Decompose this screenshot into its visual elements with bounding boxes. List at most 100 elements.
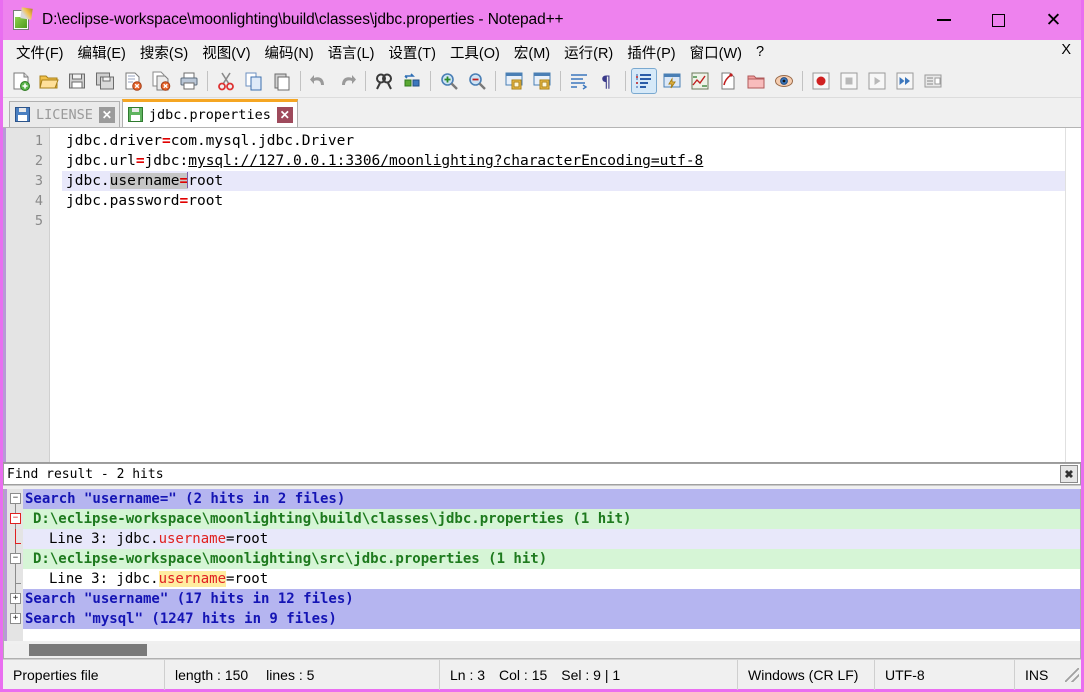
menu-encoding[interactable]: 编码(N) xyxy=(258,40,321,65)
tab-license[interactable]: LICENSE ✕ xyxy=(9,101,120,127)
toolbar-separator xyxy=(802,70,803,91)
undo-icon[interactable] xyxy=(306,68,332,94)
print-icon[interactable] xyxy=(176,68,202,94)
code-token: jdbc.driver xyxy=(66,133,163,149)
find-hscroll-track[interactable] xyxy=(7,643,1080,656)
copy-icon[interactable] xyxy=(241,68,267,94)
find-result-row[interactable]: Line 3: jdbc.username=root xyxy=(23,529,1080,549)
menu-search[interactable]: 搜索(S) xyxy=(133,40,195,65)
open-file-icon[interactable] xyxy=(36,68,62,94)
show-all-chars-icon[interactable]: ¶ xyxy=(594,68,620,94)
line-number-gutter: 1 2 3 4 5 xyxy=(6,128,50,462)
macro-save-icon[interactable] xyxy=(920,68,946,94)
find-horizontal-scrollbar[interactable] xyxy=(3,641,1081,659)
find-icon[interactable] xyxy=(371,68,397,94)
menu-macro[interactable]: 宏(M) xyxy=(507,40,557,65)
close-file-icon[interactable] xyxy=(120,68,146,94)
notepadpp-window: D:\eclipse-workspace\moonlighting\build\… xyxy=(0,0,1084,692)
code-line-5[interactable] xyxy=(62,211,1081,231)
menu-language[interactable]: 语言(L) xyxy=(321,40,382,65)
close-icon: ✕ xyxy=(1045,9,1062,31)
status-insert-mode: INS xyxy=(1025,666,1049,683)
fold-collapse-icon[interactable]: − xyxy=(10,553,21,564)
match-highlight: username xyxy=(158,531,227,547)
close-document-button[interactable]: X xyxy=(1061,42,1071,58)
title-bar: D:\eclipse-workspace\moonlighting\build\… xyxy=(3,0,1081,40)
replace-icon[interactable] xyxy=(399,68,425,94)
macro-stop-icon[interactable] xyxy=(836,68,862,94)
find-result-header: Find result - 2 hits ✖ xyxy=(3,463,1081,485)
find-fold-margin[interactable]: − − − + + xyxy=(7,489,23,641)
find-row-text: Search "mysql" (1247 hits in 9 files) xyxy=(25,611,337,627)
fold-collapse-icon[interactable]: − xyxy=(10,493,21,504)
code-line-1[interactable]: jdbc.driver=com.mysql.jdbc.Driver xyxy=(62,131,1081,151)
fold-expand-icon[interactable]: + xyxy=(10,613,21,624)
save-icon[interactable] xyxy=(64,68,90,94)
zoom-in-icon[interactable] xyxy=(436,68,462,94)
macro-playback-multi-icon[interactable] xyxy=(892,68,918,94)
redo-icon[interactable] xyxy=(334,68,360,94)
macro-record-icon[interactable] xyxy=(808,68,834,94)
maximize-icon xyxy=(992,13,1005,27)
find-row-text: D:\eclipse-workspace\moonlighting\build\… xyxy=(33,511,632,527)
monitor-icon[interactable] xyxy=(771,68,797,94)
find-result-row[interactable]: Line 3: jdbc.username=root xyxy=(23,569,1080,589)
minimize-button[interactable] xyxy=(916,0,971,40)
menu-edit[interactable]: 编辑(E) xyxy=(71,40,133,65)
paste-icon[interactable] xyxy=(269,68,295,94)
menu-window[interactable]: 窗口(W) xyxy=(683,40,749,65)
selected-text: username xyxy=(109,173,180,189)
save-all-icon[interactable] xyxy=(92,68,118,94)
word-wrap-icon[interactable] xyxy=(566,68,592,94)
menu-tools[interactable]: 工具(O) xyxy=(443,40,507,65)
code-text-area[interactable]: jdbc.driver=com.mysql.jdbc.Driver jdbc.ur… xyxy=(62,128,1081,462)
resize-grip-icon[interactable] xyxy=(1065,667,1079,682)
zoom-out-icon[interactable] xyxy=(464,68,490,94)
close-button[interactable]: ✕ xyxy=(1026,0,1081,40)
status-ln: Ln : 3 xyxy=(450,666,486,683)
find-result-row[interactable]: D:\eclipse-workspace\moonlighting\src\jd… xyxy=(23,549,1080,569)
editor-vertical-scrollbar[interactable] xyxy=(1065,128,1081,462)
find-hscroll-thumb[interactable] xyxy=(29,643,147,656)
tab-jdbc-properties-label: jdbc.properties xyxy=(148,106,271,123)
menu-file[interactable]: 文件(F) xyxy=(9,40,71,65)
find-row-text: Search "username=" (2 hits in 2 files) xyxy=(25,491,346,507)
find-result-close-icon[interactable]: ✖ xyxy=(1060,465,1078,483)
status-length: length : 150 xyxy=(175,666,249,683)
close-all-icon[interactable] xyxy=(148,68,174,94)
folder-as-workspace-icon[interactable] xyxy=(743,68,769,94)
tab-bar: LICENSE ✕ jdbc.properties ✕ xyxy=(3,98,1081,128)
cut-icon[interactable] xyxy=(213,68,239,94)
menu-view[interactable]: 视图(V) xyxy=(195,40,257,65)
document-map-icon[interactable] xyxy=(687,68,713,94)
find-result-row[interactable]: Search "mysql" (1247 hits in 9 files) xyxy=(23,609,1080,629)
code-token: jdbc. xyxy=(66,173,110,189)
menu-settings[interactable]: 设置(T) xyxy=(381,40,443,65)
find-result-row[interactable]: Search "username=" (2 hits in 2 files) xyxy=(23,489,1080,509)
code-line-2[interactable]: jdbc.url=jdbc:mysql://127.0.0.1:3306/moo… xyxy=(62,151,1081,171)
code-line-3[interactable]: jdbc.username=root xyxy=(62,171,1081,191)
new-file-icon[interactable] xyxy=(8,68,34,94)
user-defined-dialog-icon[interactable] xyxy=(659,68,685,94)
indent-guide-icon[interactable] xyxy=(631,67,657,94)
code-line-4[interactable]: jdbc.password=root xyxy=(62,191,1081,211)
function-list-icon[interactable] xyxy=(715,68,741,94)
menu-run[interactable]: 运行(R) xyxy=(557,40,620,65)
match-highlight-selected: username xyxy=(158,571,227,587)
tab-jdbc-properties[interactable]: jdbc.properties ✕ xyxy=(121,99,298,127)
toolbar-separator xyxy=(430,70,431,91)
maximize-button[interactable] xyxy=(971,0,1026,40)
find-result-rows[interactable]: Search "username=" (2 hits in 2 files) D:… xyxy=(23,489,1080,641)
sync-horizontal-icon[interactable] xyxy=(529,68,555,94)
find-result-row[interactable]: D:\eclipse-workspace\moonlighting\build\… xyxy=(23,509,1080,529)
find-result-row[interactable]: Search "username" (17 hits in 12 files) xyxy=(23,589,1080,609)
fold-expand-icon[interactable]: + xyxy=(10,593,21,604)
macro-play-icon[interactable] xyxy=(864,68,890,94)
tab-license-close-icon[interactable]: ✕ xyxy=(98,106,115,123)
sync-vertical-icon[interactable] xyxy=(501,68,527,94)
menu-plugins[interactable]: 插件(P) xyxy=(620,40,682,65)
menu-help[interactable]: ? xyxy=(749,42,771,62)
fold-collapse-icon[interactable]: − xyxy=(10,513,21,524)
tab-jdbc-properties-close-icon[interactable]: ✕ xyxy=(276,106,293,123)
equals-token: = xyxy=(179,193,189,209)
